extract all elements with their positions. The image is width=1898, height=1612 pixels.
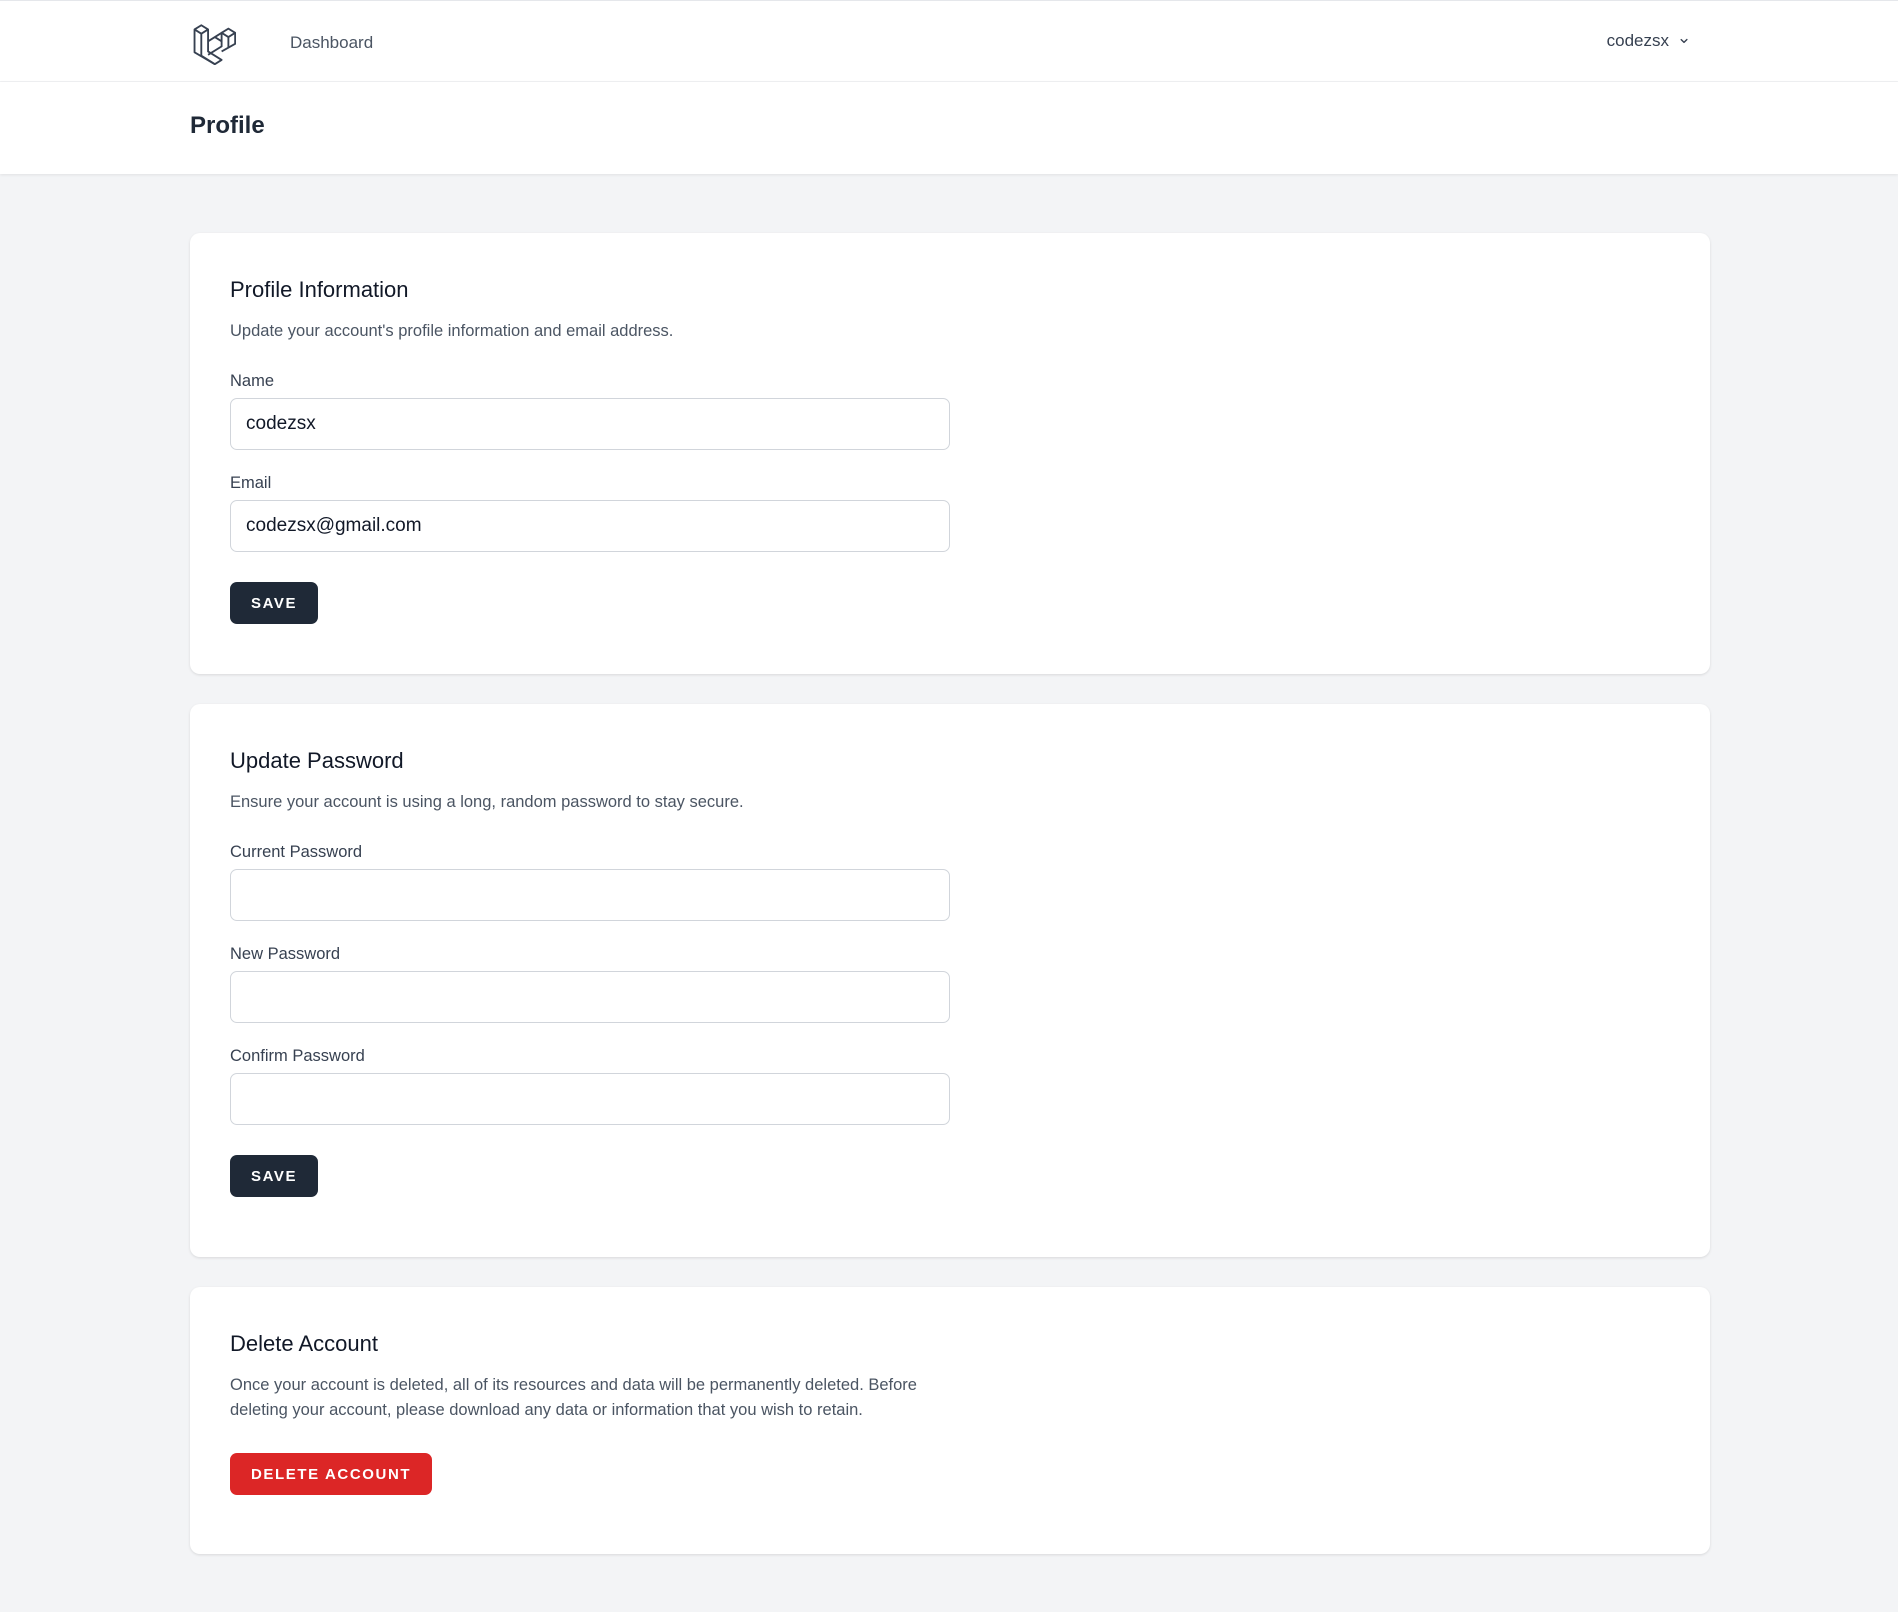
delete-account-button[interactable]: DELETE ACCOUNT xyxy=(230,1453,433,1495)
update-password-card: Update Password Ensure your account is u… xyxy=(190,704,1710,1257)
save-profile-button[interactable]: SAVE xyxy=(230,582,319,624)
section-description: Update your account's profile informatio… xyxy=(230,322,674,340)
confirm-password-input[interactable] xyxy=(230,1073,950,1125)
section-description: Once your account is deleted, all of its… xyxy=(230,1376,917,1419)
name-input[interactable] xyxy=(230,398,950,450)
laravel-logo-icon[interactable] xyxy=(192,21,236,65)
page-title: Profile xyxy=(190,112,265,139)
profile-information-card: Profile Information Update your account'… xyxy=(190,233,1710,674)
chevron-down-icon xyxy=(1680,38,1688,44)
confirm-password-field-group: Confirm Password xyxy=(230,1047,950,1125)
new-password-field-group: New Password xyxy=(230,945,950,1023)
current-password-field-group: Current Password xyxy=(230,843,950,921)
section-title: Update Password xyxy=(230,748,404,773)
nav-link-dashboard[interactable]: Dashboard xyxy=(290,33,373,53)
email-label: Email xyxy=(230,474,272,492)
section-title: Profile Information xyxy=(230,277,409,302)
new-password-label: New Password xyxy=(230,945,341,963)
section-title: Delete Account xyxy=(230,1331,378,1356)
new-password-input[interactable] xyxy=(230,971,950,1023)
delete-account-card: Delete Account Once your account is dele… xyxy=(190,1287,1710,1554)
confirm-password-label: Confirm Password xyxy=(230,1047,365,1065)
section-description: Ensure your account is using a long, ran… xyxy=(230,793,744,811)
email-input[interactable] xyxy=(230,500,950,552)
user-name: codezsx xyxy=(1606,31,1669,50)
user-menu-dropdown[interactable]: codezsx xyxy=(1607,31,1691,51)
current-password-input[interactable] xyxy=(230,869,950,921)
top-navigation: Dashboard codezsx xyxy=(0,0,1898,82)
name-label: Name xyxy=(230,372,275,390)
email-field-group: Email xyxy=(230,474,950,552)
current-password-label: Current Password xyxy=(230,843,363,861)
save-password-button[interactable]: SAVE xyxy=(230,1155,319,1197)
name-field-group: Name xyxy=(230,372,950,450)
page-header: Profile xyxy=(0,82,1898,174)
